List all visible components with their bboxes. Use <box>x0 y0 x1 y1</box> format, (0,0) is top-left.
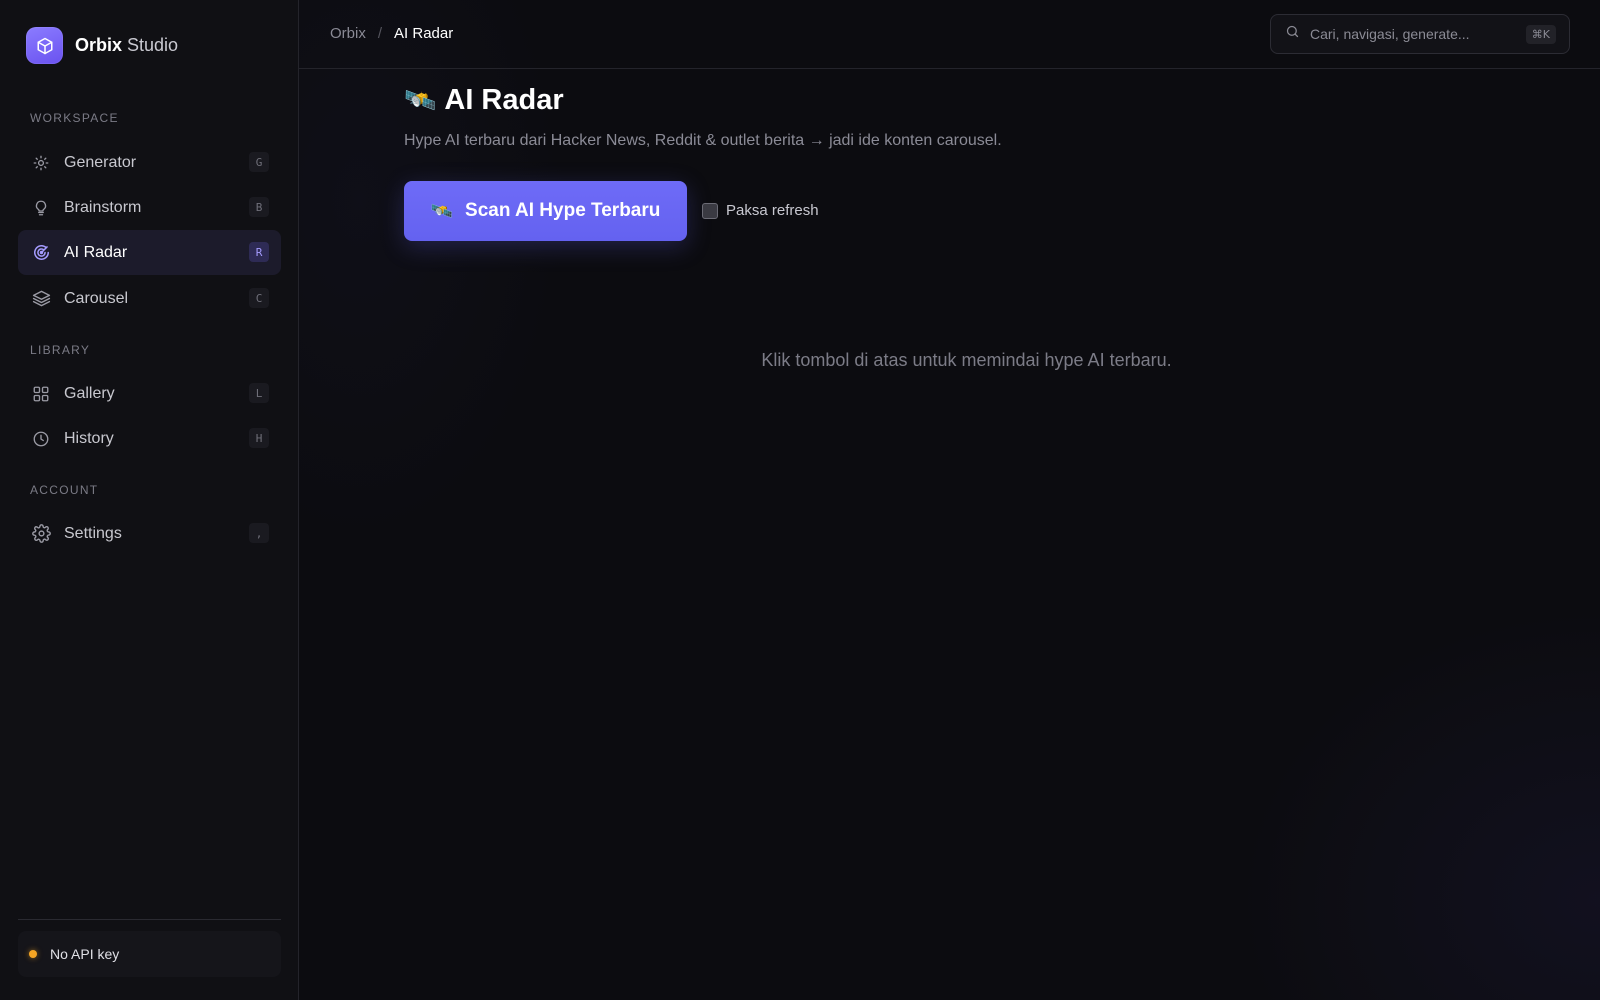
section-label-library: LIBRARY <box>30 343 91 357</box>
sidebar: Orbix Studio WORKSPACE Generator G Brains… <box>0 0 299 1000</box>
shortcut-badge: C <box>249 288 269 308</box>
sidebar-item-carousel[interactable]: Carousel C <box>18 276 281 321</box>
sidebar-item-settings[interactable]: Settings , <box>18 511 281 556</box>
api-status-label: No API key <box>50 946 120 962</box>
breadcrumb-separator: / <box>377 25 383 42</box>
sidebar-item-generator[interactable]: Generator G <box>18 140 281 185</box>
sun-icon <box>31 153 51 173</box>
page-title: 🛰️ AI Radar <box>404 84 564 117</box>
sidebar-item-label: Brainstorm <box>64 198 142 216</box>
page-subtitle: Hype AI terbaru dari Hacker News, Reddit… <box>404 132 1002 149</box>
shortcut-badge: G <box>249 152 269 172</box>
main-content: Orbix / AI Radar ⌘K 🛰️ AI Radar Hype AI … <box>299 0 1600 1000</box>
search-input[interactable] <box>1310 26 1510 42</box>
force-refresh-checkbox[interactable] <box>702 202 718 219</box>
force-refresh-toggle[interactable]: Paksa refresh <box>702 202 819 219</box>
gear-icon <box>31 524 51 544</box>
search-icon <box>1285 24 1300 44</box>
cube-icon <box>26 27 63 64</box>
shortcut-badge: H <box>249 428 269 448</box>
sidebar-item-brainstorm[interactable]: Brainstorm B <box>18 185 281 230</box>
topbar: Orbix / AI Radar ⌘K <box>299 0 1600 69</box>
lightbulb-icon <box>31 198 51 218</box>
app-root: Orbix Studio WORKSPACE Generator G Brains… <box>0 0 1600 1000</box>
empty-state-text: Klik tombol di atas untuk memindai hype … <box>761 350 1172 370</box>
shortcut-badge: , <box>249 523 269 543</box>
layers-icon <box>31 289 51 309</box>
sidebar-item-label: Gallery <box>64 384 115 402</box>
brand[interactable]: Orbix Studio <box>26 27 178 64</box>
section-label-workspace: WORKSPACE <box>30 111 119 125</box>
shortcut-badge: L <box>249 383 269 403</box>
force-refresh-label: Paksa refresh <box>726 202 819 219</box>
shortcut-badge: B <box>249 197 269 217</box>
scan-button-label: Scan AI Hype Terbaru <box>465 200 661 221</box>
search-box[interactable]: ⌘K <box>1270 14 1570 54</box>
section-label-account: ACCOUNT <box>30 483 99 497</box>
sidebar-item-label: Settings <box>64 524 122 542</box>
satellite-icon: 🛰️ <box>430 200 454 221</box>
brand-name: Orbix Studio <box>75 35 178 56</box>
radar-icon <box>31 243 51 263</box>
sidebar-item-label: History <box>64 429 114 447</box>
empty-state: Klik tombol di atas untuk memindai hype … <box>299 350 1600 371</box>
sidebar-item-history[interactable]: History H <box>18 416 281 461</box>
sidebar-item-label: Generator <box>64 153 137 171</box>
search-shortcut-badge: ⌘K <box>1525 25 1556 44</box>
grid-icon <box>31 384 51 404</box>
breadcrumb-root[interactable]: Orbix <box>330 25 366 42</box>
sidebar-item-label: AI Radar <box>64 243 128 261</box>
api-status[interactable]: No API key <box>18 931 281 977</box>
scan-ai-hype-button[interactable]: 🛰️ Scan AI Hype Terbaru <box>404 181 687 241</box>
sidebar-item-gallery[interactable]: Gallery L <box>18 371 281 416</box>
clock-icon <box>31 429 51 449</box>
breadcrumb-current: AI Radar <box>394 25 454 42</box>
sidebar-divider <box>18 919 281 920</box>
page-title-text: AI Radar <box>444 84 564 116</box>
brand-name-light: Studio <box>127 35 179 55</box>
breadcrumb: Orbix / AI Radar <box>330 25 453 42</box>
shortcut-badge: R <box>249 242 269 262</box>
brand-name-bold: Orbix <box>75 35 123 55</box>
status-dot-icon <box>29 950 37 958</box>
sidebar-item-label: Carousel <box>64 289 129 307</box>
sidebar-item-ai-radar[interactable]: AI Radar R <box>18 230 281 275</box>
satellite-icon: 🛰️ <box>404 85 437 115</box>
